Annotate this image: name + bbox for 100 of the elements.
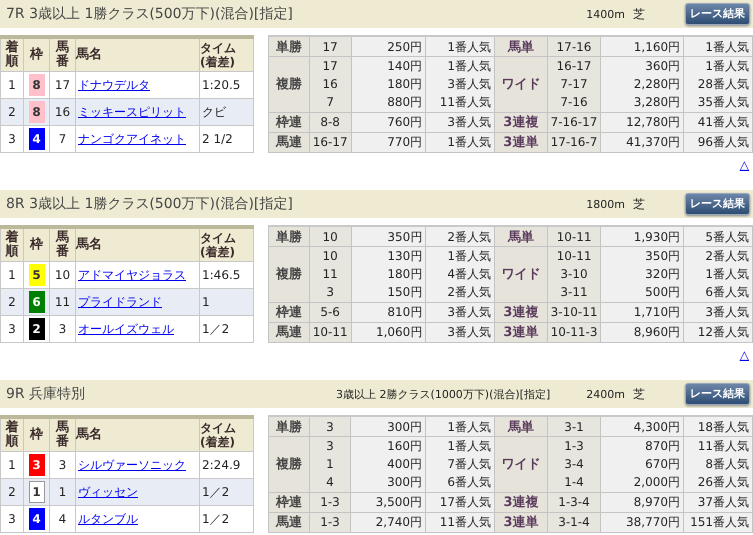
frame-number-badge: 6 bbox=[28, 291, 44, 313]
finish-rank: 3 bbox=[0, 316, 24, 342]
popularity-rank: 18番人気 bbox=[696, 418, 749, 436]
popularity-rank: 1番人気 bbox=[446, 58, 491, 76]
popularity-rank: 5番人気 bbox=[704, 228, 749, 246]
winning-combination: 11 bbox=[322, 266, 339, 284]
time-header: タイム(着差) bbox=[200, 231, 237, 259]
popularity-rank: 1番人気 bbox=[704, 38, 749, 56]
popularity-rank: 1番人気 bbox=[446, 248, 492, 266]
popularity-rank: 1番人気 bbox=[704, 58, 749, 76]
winning-combination: 17-16 bbox=[556, 38, 592, 56]
track-surface: 芝 bbox=[633, 6, 645, 22]
winning-combination: 7 bbox=[325, 94, 335, 112]
race-title: 7R 3歳以上 1勝クラス(500万下)(混合)[指定] bbox=[6, 5, 293, 23]
frame-header: 枠 bbox=[30, 238, 43, 252]
payout-amount: 400円 bbox=[386, 456, 422, 474]
payout-amount: 2,740円 bbox=[374, 514, 422, 532]
popularity-rank: 2番人気 bbox=[446, 228, 492, 246]
popularity-rank: 28番人気 bbox=[696, 76, 749, 94]
back-to-top-link[interactable]: △ bbox=[740, 348, 749, 362]
finish-rank: 1 bbox=[0, 72, 24, 98]
frame-number-badge: 3 bbox=[28, 454, 44, 476]
rank-header: 着順 bbox=[6, 230, 18, 260]
bet-type-label: 単勝 bbox=[268, 36, 310, 57]
race-result-button[interactable]: レース結果 bbox=[685, 3, 750, 25]
bet-type-label: 枠連 bbox=[268, 302, 310, 322]
bet-type-label: 枠連 bbox=[268, 112, 310, 132]
race-result-button[interactable]: レース結果 bbox=[685, 193, 750, 215]
race-conditions: 3歳以上 2勝クラス(1000万下)(混合)[指定] bbox=[336, 386, 550, 402]
finish-time: 1:20.5 bbox=[200, 72, 254, 98]
payout-amount: 320円 bbox=[644, 266, 680, 284]
winning-combination: 17 bbox=[322, 58, 339, 76]
bet-type-label: 3連単 bbox=[494, 132, 548, 152]
finish-time: 1／2 bbox=[200, 478, 254, 506]
finish-time: クビ bbox=[200, 98, 254, 126]
horse-number: 3 bbox=[50, 316, 76, 342]
bet-type-label: 複勝 bbox=[268, 246, 310, 302]
horse-number-header: 馬番 bbox=[56, 40, 69, 70]
horse-number: 10 bbox=[50, 262, 76, 288]
payout-amount: 150円 bbox=[386, 284, 422, 302]
payout-amount: 8,960円 bbox=[632, 324, 680, 342]
payout-amount: 1,160円 bbox=[632, 38, 680, 56]
frame-header: 枠 bbox=[30, 428, 43, 442]
winning-combination: 1-3 bbox=[319, 514, 341, 532]
popularity-rank: 37番人気 bbox=[696, 494, 749, 512]
winning-combination: 17 bbox=[322, 38, 339, 56]
popularity-rank: 11番人気 bbox=[696, 438, 749, 456]
payout-amount: 760円 bbox=[386, 114, 422, 132]
popularity-rank: 3番人気 bbox=[446, 76, 491, 94]
popularity-rank: 7番人気 bbox=[446, 456, 491, 474]
bet-type-label: 3連複 bbox=[494, 112, 548, 132]
track-surface: 芝 bbox=[633, 196, 645, 212]
winning-combination: 17-16-7 bbox=[550, 134, 598, 152]
winning-combination: 3-1 bbox=[563, 418, 585, 436]
winning-combination: 16-17 bbox=[312, 134, 348, 152]
finish-rank: 2 bbox=[0, 478, 24, 506]
payout-amount: 360円 bbox=[644, 58, 680, 76]
payout-amount: 350円 bbox=[386, 228, 422, 246]
race-title: 9R 兵庫特別 bbox=[6, 385, 86, 403]
winning-combination: 7-16-17 bbox=[550, 114, 598, 132]
winning-combination: 1-3 bbox=[563, 438, 585, 456]
bet-type-label: 枠連 bbox=[268, 492, 310, 512]
winning-combination: 8-8 bbox=[319, 114, 341, 132]
popularity-rank: 3番人気 bbox=[446, 114, 491, 132]
finish-time: 1 bbox=[200, 288, 254, 316]
popularity-rank: 11番人気 bbox=[438, 514, 491, 532]
bet-type-label: 馬単 bbox=[494, 416, 548, 437]
payout-amount: 880円 bbox=[386, 94, 422, 112]
payout-amount: 350円 bbox=[644, 248, 680, 266]
back-to-top-link[interactable]: △ bbox=[740, 158, 749, 172]
winning-combination: 3 bbox=[325, 438, 335, 456]
frame-number-badge: 1 bbox=[28, 481, 44, 503]
winning-combination: 1-3-4 bbox=[557, 494, 591, 512]
popularity-rank: 11番人気 bbox=[438, 94, 491, 112]
bet-type-label: ワイド bbox=[494, 436, 548, 492]
payout-amount: 140円 bbox=[386, 58, 422, 76]
race-distance: 1400m bbox=[586, 8, 625, 20]
popularity-rank: 2番人気 bbox=[704, 248, 749, 266]
popularity-rank: 35番人気 bbox=[696, 94, 749, 112]
payout-amount: 1,710円 bbox=[632, 304, 680, 322]
bet-type-label: 3連複 bbox=[494, 492, 548, 512]
horse-name-header: 馬名 bbox=[76, 428, 102, 442]
horse-number: 7 bbox=[50, 126, 76, 152]
rank-header: 着順 bbox=[6, 40, 18, 70]
race-result-button[interactable]: レース結果 bbox=[685, 383, 750, 405]
finish-time: 2:24.9 bbox=[200, 452, 254, 478]
popularity-rank: 6番人気 bbox=[446, 474, 491, 492]
bet-type-label: 馬連 bbox=[268, 132, 310, 152]
bet-type-label: ワイド bbox=[494, 246, 548, 302]
horse-name-header: 馬名 bbox=[76, 238, 102, 252]
finish-time: 1／2 bbox=[200, 316, 254, 342]
payout-amount: 12,780円 bbox=[625, 114, 680, 132]
popularity-rank: 26番人気 bbox=[696, 474, 749, 492]
winning-combination: 3-11 bbox=[559, 284, 589, 302]
horse-number: 1 bbox=[50, 478, 76, 506]
popularity-rank: 1番人気 bbox=[446, 134, 491, 152]
payout-amount: 870円 bbox=[644, 438, 680, 456]
winning-combination: 3 bbox=[325, 418, 335, 436]
payout-amount: 4,300円 bbox=[632, 418, 680, 436]
bet-type-label: 単勝 bbox=[268, 226, 310, 247]
